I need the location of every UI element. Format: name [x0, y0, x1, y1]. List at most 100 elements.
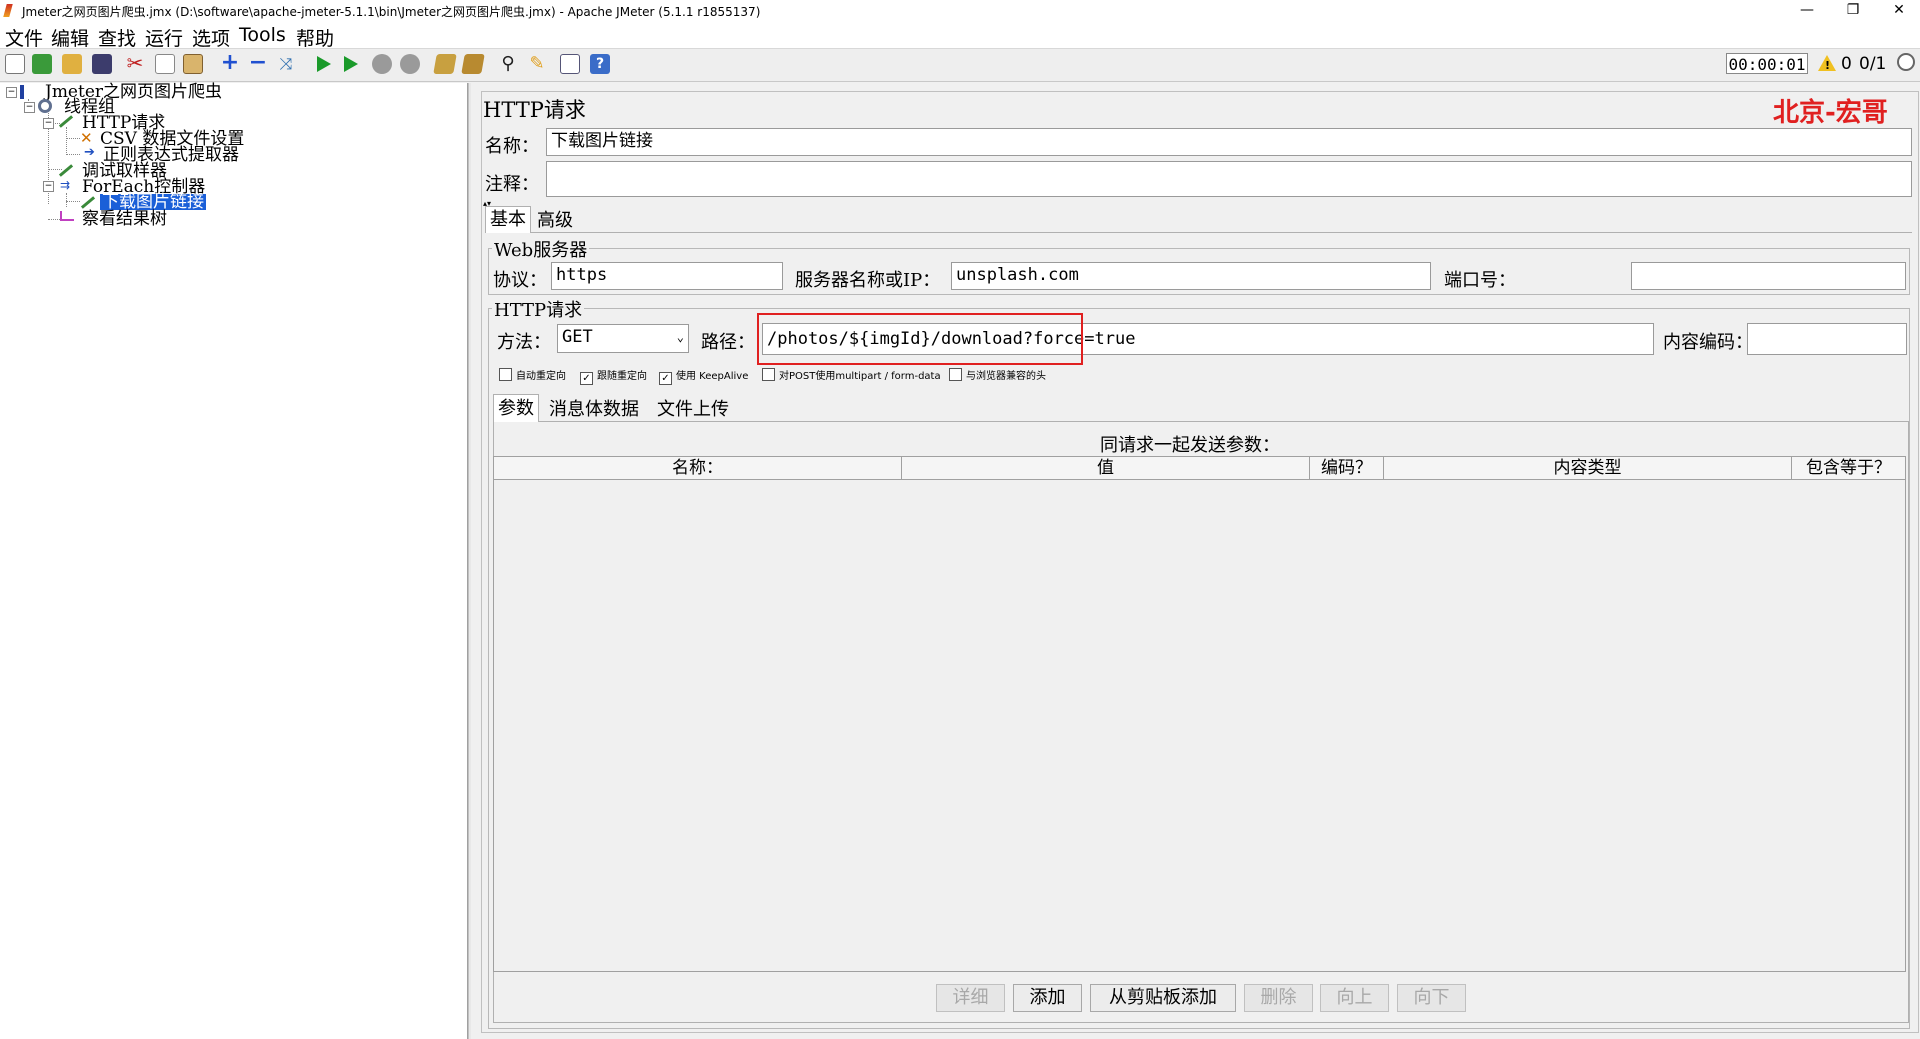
content-encoding-label: 内容编码： [1663, 332, 1753, 353]
protocol-field[interactable]: https [551, 262, 783, 290]
collapse-toggle-foreach[interactable]: − [43, 181, 54, 192]
tab-body-data[interactable]: 消息体数据 [545, 397, 643, 422]
new-icon[interactable] [5, 54, 25, 74]
help-icon[interactable]: ? [590, 54, 610, 74]
thread-count: 0/1 [1859, 54, 1887, 74]
extractor-icon: ➔ [84, 145, 95, 160]
detail-button[interactable]: 详细 [936, 984, 1005, 1012]
start-icon[interactable] [317, 56, 331, 72]
col-name[interactable]: 名称： [494, 457, 902, 479]
server-label: 服务器名称或IP： [795, 270, 941, 291]
multipart-label: 对POST使用multipart / form-data [779, 371, 941, 382]
csv-config-icon: ✕ [80, 129, 93, 147]
checkbox-checked: ✓ [580, 372, 593, 385]
open-icon[interactable] [62, 54, 82, 74]
menu-file[interactable]: 文件 [5, 24, 43, 51]
delete-button[interactable]: 删除 [1244, 984, 1313, 1012]
gear-icon [38, 99, 52, 113]
menu-options[interactable]: 选项 [192, 24, 230, 51]
name-label: 名称： [485, 136, 539, 157]
clear-icon[interactable] [433, 54, 457, 74]
foreach-icon: ⇉ [60, 178, 71, 192]
menu-edit[interactable]: 编辑 [51, 24, 89, 51]
paste-icon[interactable] [183, 54, 203, 74]
restore-button[interactable]: ❐ [1830, 0, 1876, 22]
close-button[interactable]: ✕ [1876, 0, 1920, 22]
protocol-label: 协议： [493, 270, 547, 291]
browser-headers-checkbox[interactable]: 与浏览器兼容的头 [949, 367, 1046, 382]
chevron-down-icon: ⌄ [676, 330, 684, 344]
name-field[interactable]: 下载图片链接 [546, 128, 1912, 156]
col-encode[interactable]: 编码？ [1310, 457, 1384, 479]
col-value[interactable]: 值 [902, 457, 1310, 479]
test-plan-icon [20, 85, 24, 99]
collapse-icon[interactable]: − [248, 52, 268, 74]
test-plan-tree: − − − − Jmeter之网页图片爬虫 线程组 HTTP请求 ✕ CSV 数… [0, 83, 468, 1039]
cut-icon[interactable]: ✂ [125, 53, 145, 74]
start-no-pause-icon[interactable] [344, 56, 358, 72]
search-icon[interactable]: ⚲ [498, 54, 518, 74]
menu-tools[interactable]: Tools [239, 24, 286, 46]
menu-run[interactable]: 运行 [145, 24, 183, 51]
menu-help[interactable]: 帮助 [296, 24, 334, 51]
tab-parameters[interactable]: 参数 [493, 394, 539, 422]
params-table-header: 名称： 值 编码？ 内容类型 包含等于？ [494, 457, 1905, 480]
tab-basic[interactable]: 基本 [485, 206, 531, 233]
server-field[interactable]: unsplash.com [951, 262, 1431, 290]
save-icon[interactable] [92, 54, 112, 74]
tree-view-results-tree[interactable]: 察看结果树 [82, 211, 167, 228]
follow-redirect-checkbox[interactable]: ✓ 跟随重定向 [580, 367, 647, 385]
move-down-button[interactable]: 向下 [1397, 984, 1466, 1012]
method-value: GET [562, 327, 593, 347]
download-sampler-icon [80, 196, 96, 209]
function-helper-icon[interactable] [560, 54, 580, 74]
menu-search[interactable]: 查找 [98, 24, 136, 51]
warning-exclaim: ! [1825, 59, 1831, 72]
clear-all-icon[interactable] [461, 54, 485, 74]
collapse-toggle-http[interactable]: − [43, 118, 54, 129]
http-request-legend: HTTP请求 [492, 296, 585, 322]
browser-headers-label: 与浏览器兼容的头 [966, 371, 1046, 382]
tab-advanced[interactable]: 高级 [533, 209, 577, 233]
watermark: 北京-宏哥 [1773, 98, 1888, 128]
col-include-equals[interactable]: 包含等于？ [1792, 457, 1905, 479]
move-up-button[interactable]: 向上 [1320, 984, 1389, 1012]
shutdown-icon[interactable] [400, 54, 420, 74]
collapse-toggle-root[interactable]: − [6, 87, 17, 98]
reset-search-icon[interactable]: ✎ [527, 54, 547, 74]
checkbox-box [762, 368, 775, 381]
minimize-button[interactable]: — [1784, 0, 1830, 22]
stop-icon[interactable] [372, 54, 392, 74]
method-select[interactable]: GET ⌄ [557, 324, 689, 353]
tabs-baseline [485, 232, 1912, 233]
collapse-toggle-thread-group[interactable]: − [24, 102, 35, 113]
sampler-pen-icon [58, 115, 74, 128]
content-encoding-field[interactable] [1747, 323, 1907, 355]
port-label: 端口号： [1444, 270, 1516, 291]
tree-download-link-selected[interactable]: 下载图片链接 [100, 194, 206, 211]
add-button[interactable]: 添加 [1013, 984, 1082, 1012]
keepalive-label: 使用 KeepAlive [676, 371, 749, 382]
tab-file-upload[interactable]: 文件上传 [653, 397, 733, 422]
templates-icon[interactable] [32, 54, 52, 74]
debug-sampler-icon [58, 164, 74, 177]
panel-title: HTTP请求 [483, 98, 586, 122]
auto-redirect-checkbox[interactable]: 自动重定向 [499, 367, 566, 382]
multipart-checkbox[interactable]: 对POST使用multipart / form-data [762, 367, 941, 382]
keepalive-checkbox[interactable]: ✓ 使用 KeepAlive [659, 367, 748, 385]
expand-icon[interactable]: + [220, 52, 240, 74]
add-from-clipboard-button[interactable]: 从剪贴板添加 [1090, 984, 1236, 1012]
port-field[interactable] [1631, 262, 1906, 290]
listener-icon [60, 211, 74, 221]
sampler-panel: HTTP请求 北京-宏哥 名称： 下载图片链接 注释： ▴▾ 基本 高级 Web… [471, 83, 1920, 1039]
checkbox-checked: ✓ [659, 372, 672, 385]
copy-icon[interactable] [155, 54, 175, 74]
comment-field[interactable] [546, 161, 1912, 197]
comment-label: 注释： [485, 174, 539, 195]
path-label: 路径： [701, 332, 755, 353]
col-content-type[interactable]: 内容类型 [1384, 457, 1792, 479]
app-feather-icon [3, 4, 13, 17]
toggle-icon[interactable]: ⤨ [276, 54, 296, 74]
elapsed-timer: 00:00:01 [1726, 53, 1808, 74]
log-viewer-icon[interactable] [1897, 53, 1915, 71]
